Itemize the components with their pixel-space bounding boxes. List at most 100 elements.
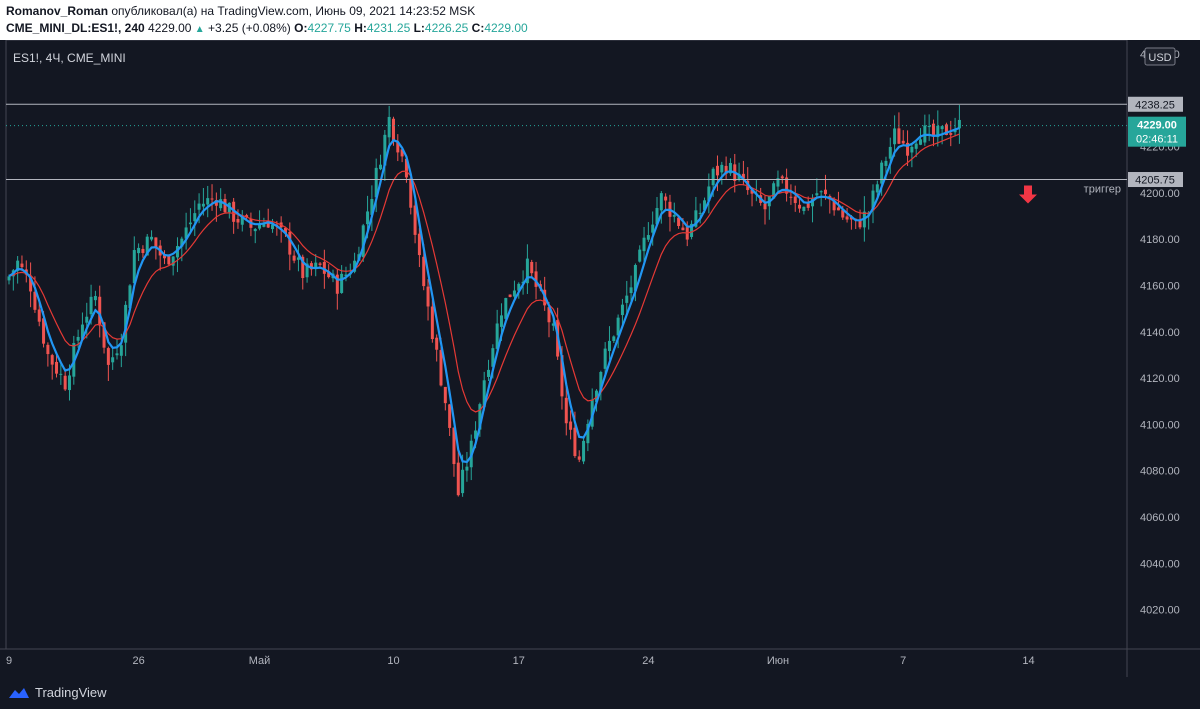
time-axis-ticks: 9 26 Май 10 17 24 Июн 7 14 — [6, 655, 1035, 667]
candle — [897, 112, 901, 145]
candle — [776, 170, 780, 192]
close-label: C: — [471, 21, 485, 35]
candle — [767, 195, 771, 220]
time-tick-label: 14 — [1022, 655, 1034, 667]
candle — [137, 243, 141, 262]
candle — [318, 262, 322, 268]
candle — [577, 450, 581, 463]
candle — [724, 156, 728, 180]
candle — [798, 198, 802, 213]
last-price-value: 4229.00 — [1137, 120, 1177, 132]
plot-border — [5, 39, 1128, 650]
candle — [111, 347, 115, 370]
price-tick-label: 4180.00 — [1140, 234, 1180, 246]
author-name[interactable]: Romanov_Roman — [6, 4, 108, 18]
candle — [379, 154, 383, 171]
candle — [923, 114, 927, 146]
high-label: H: — [354, 21, 367, 35]
candle — [292, 250, 296, 264]
candle — [465, 451, 469, 482]
candle — [819, 190, 823, 207]
candle — [448, 403, 452, 436]
candle — [530, 259, 534, 279]
candle — [612, 335, 616, 344]
level-high-tag: 4238.25 — [1128, 96, 1183, 112]
candle — [737, 162, 741, 182]
candle — [785, 168, 789, 202]
candle — [206, 185, 210, 218]
candle — [607, 326, 611, 360]
candle — [335, 269, 339, 310]
price-change: +3.25 (+0.08%) — [208, 21, 291, 35]
low-label: L: — [413, 21, 425, 35]
level-high-value: 4238.25 — [1135, 99, 1175, 111]
price-tick-label: 4100.00 — [1140, 419, 1180, 431]
tradingview-logo-icon — [9, 687, 29, 698]
price-chart[interactable]: 4020.00 4040.00 4060.00 4080.00 4100.00 4120.… — [0, 39, 1200, 677]
tradingview-logo[interactable]: TradingView — [8, 685, 107, 700]
symbol-info: CME_MINI_DL:ES1!, 240 — [6, 21, 145, 35]
candle — [46, 342, 50, 367]
candle — [815, 178, 819, 198]
published-info: опубликовал(а) на TradingView.com, Июнь … — [111, 4, 476, 18]
candle — [396, 134, 400, 162]
candle — [50, 353, 54, 380]
candle — [443, 386, 447, 411]
candle — [638, 245, 642, 263]
chart-legend: ES1!, 4Ч, CME_MINI — [13, 51, 126, 65]
price-tick-label: 4040.00 — [1140, 558, 1180, 570]
candle — [957, 105, 961, 144]
time-tick-label: 9 — [6, 655, 12, 667]
price-tick-label: 4080.00 — [1140, 466, 1180, 478]
candle — [29, 262, 33, 308]
candle — [314, 254, 318, 277]
price-tick-label: 4140.00 — [1140, 327, 1180, 339]
candle — [512, 280, 516, 299]
candle — [210, 184, 214, 211]
candle — [426, 279, 430, 321]
candle — [910, 143, 914, 168]
slow-moving-average — [8, 133, 960, 413]
candle — [901, 130, 905, 145]
candle — [802, 206, 806, 215]
time-tick-label: 17 — [513, 655, 525, 667]
candle — [746, 167, 750, 195]
candle — [569, 410, 573, 440]
candle — [435, 334, 439, 362]
candle — [266, 208, 270, 228]
candle — [240, 210, 244, 232]
last-price: 4229.00 — [148, 21, 192, 35]
candle — [525, 244, 529, 294]
time-tick-label: Май — [249, 655, 271, 667]
candle — [720, 161, 724, 185]
low-value: 4226.25 — [424, 21, 469, 35]
fast-moving-average — [8, 126, 960, 464]
candle — [171, 256, 175, 276]
candle — [728, 158, 732, 176]
time-tick-label: 24 — [642, 655, 654, 667]
candle — [646, 222, 650, 242]
candle — [793, 185, 797, 212]
time-tick-label: 26 — [132, 655, 144, 667]
candle — [936, 110, 940, 147]
footer-bar: TradingView — [0, 677, 1200, 709]
candle — [668, 194, 672, 232]
open-value: 4227.75 — [307, 21, 351, 35]
candle — [188, 208, 192, 231]
candle — [664, 193, 668, 211]
high-value: 4231.25 — [366, 21, 411, 35]
candle — [387, 105, 391, 149]
currency-label: USD — [1148, 52, 1171, 64]
open-label: O: — [294, 21, 308, 35]
countdown-timer: 02:46:11 — [1136, 134, 1178, 146]
trigger-label: триггер — [1084, 184, 1121, 196]
candle — [93, 290, 97, 306]
chart-area[interactable]: 4020.00 4040.00 4060.00 4080.00 4100.00 4120.… — [0, 39, 1200, 677]
symbol-ohlc-line: CME_MINI_DL:ES1!, 240 4229.00 ▲ +3.25 (+… — [6, 21, 528, 35]
price-tick-label: 4120.00 — [1140, 373, 1180, 385]
candle — [456, 450, 460, 497]
last-price-tag: 4229.00 02:46:11 — [1128, 116, 1186, 147]
up-triangle-icon: ▲ — [194, 24, 205, 35]
time-tick-label: 7 — [900, 655, 906, 667]
candle — [115, 338, 119, 360]
